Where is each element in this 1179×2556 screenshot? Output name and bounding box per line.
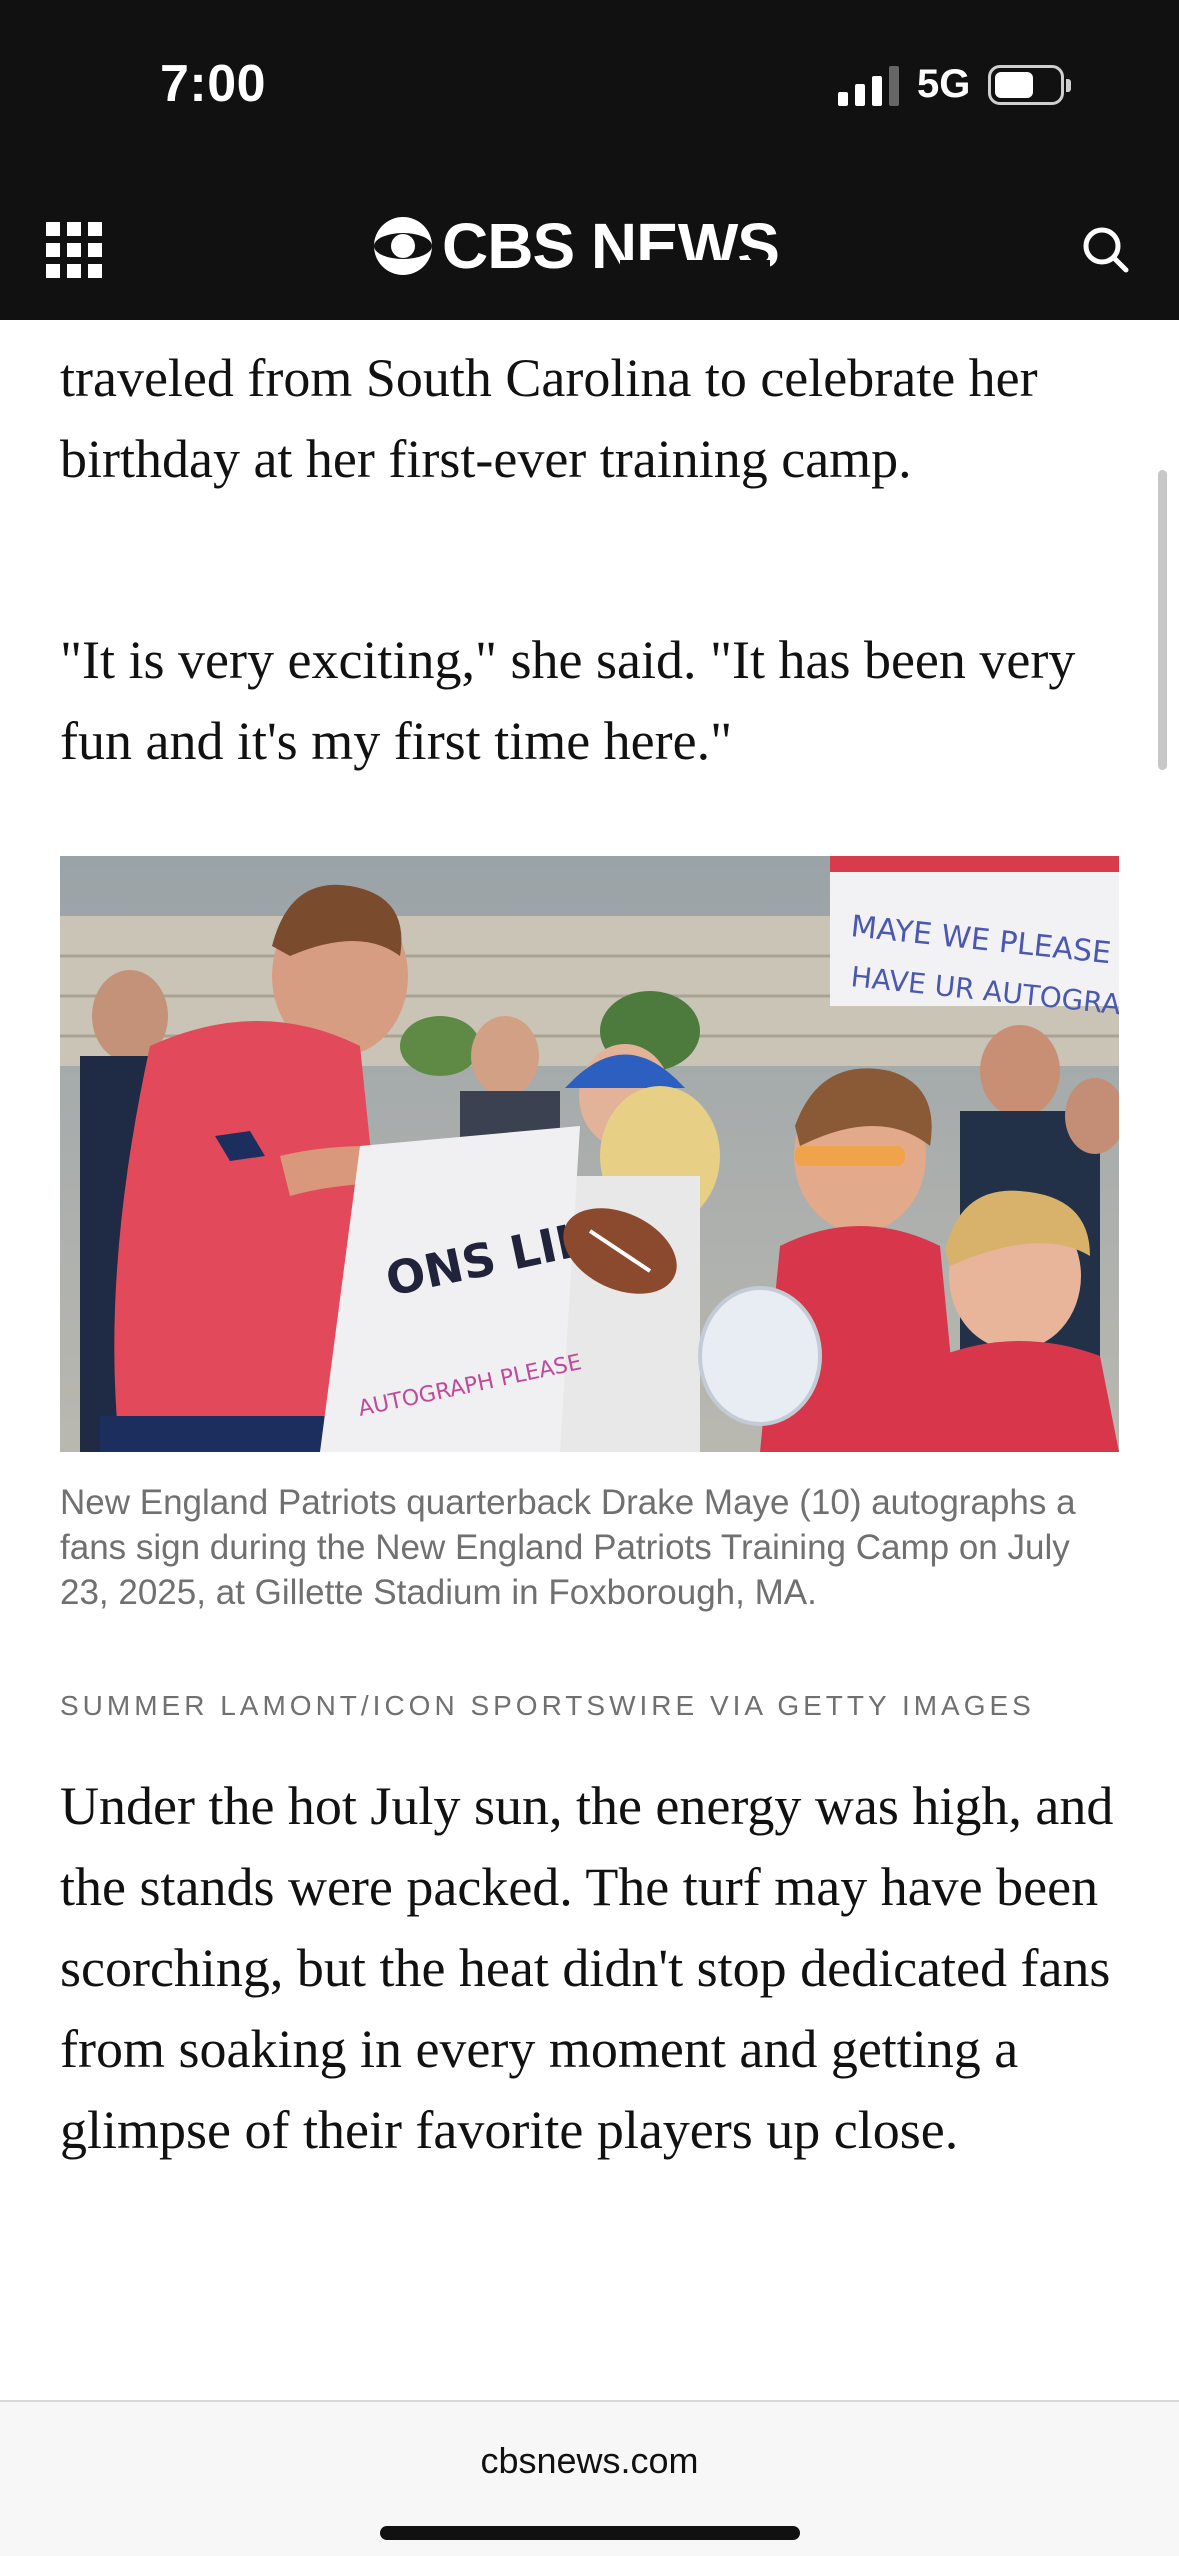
clipped-text-line <box>60 260 1120 282</box>
scrollbar[interactable] <box>1158 470 1167 770</box>
article-photo[interactable]: MAYE WE PLEASE HAVE UR AUTOGRAPH ONS LIK… <box>60 856 1119 1452</box>
home-indicator[interactable] <box>380 2526 800 2540</box>
article-paragraph-2: "It is very exciting," she said. "It has… <box>60 630 1076 771</box>
article-paragraph-3: Under the hot July sun, the energy was h… <box>60 1776 1114 2160</box>
network-label: 5G <box>917 62 971 106</box>
article-paragraph-1: traveled from South Carolina to celebrat… <box>60 348 1038 489</box>
signal-bars-icon <box>838 64 899 106</box>
status-bar: 7:00 5G <box>0 0 1179 170</box>
photo-caption: New England Patriots quarterback Drake M… <box>60 1483 1076 1612</box>
battery-icon <box>988 64 1072 105</box>
browser-url-bar[interactable]: cbsnews.com <box>0 2400 1179 2556</box>
site-header: CBS NEWS <box>0 170 1179 320</box>
status-time: 7:00 <box>160 55 267 113</box>
status-icons: 5G <box>838 62 1072 107</box>
photo-credit: SUMMER LAMONT/ICON SPORTSWIRE VIA GETTY … <box>60 1690 1035 1721</box>
url-text[interactable]: cbsnews.com <box>0 2440 1179 2482</box>
